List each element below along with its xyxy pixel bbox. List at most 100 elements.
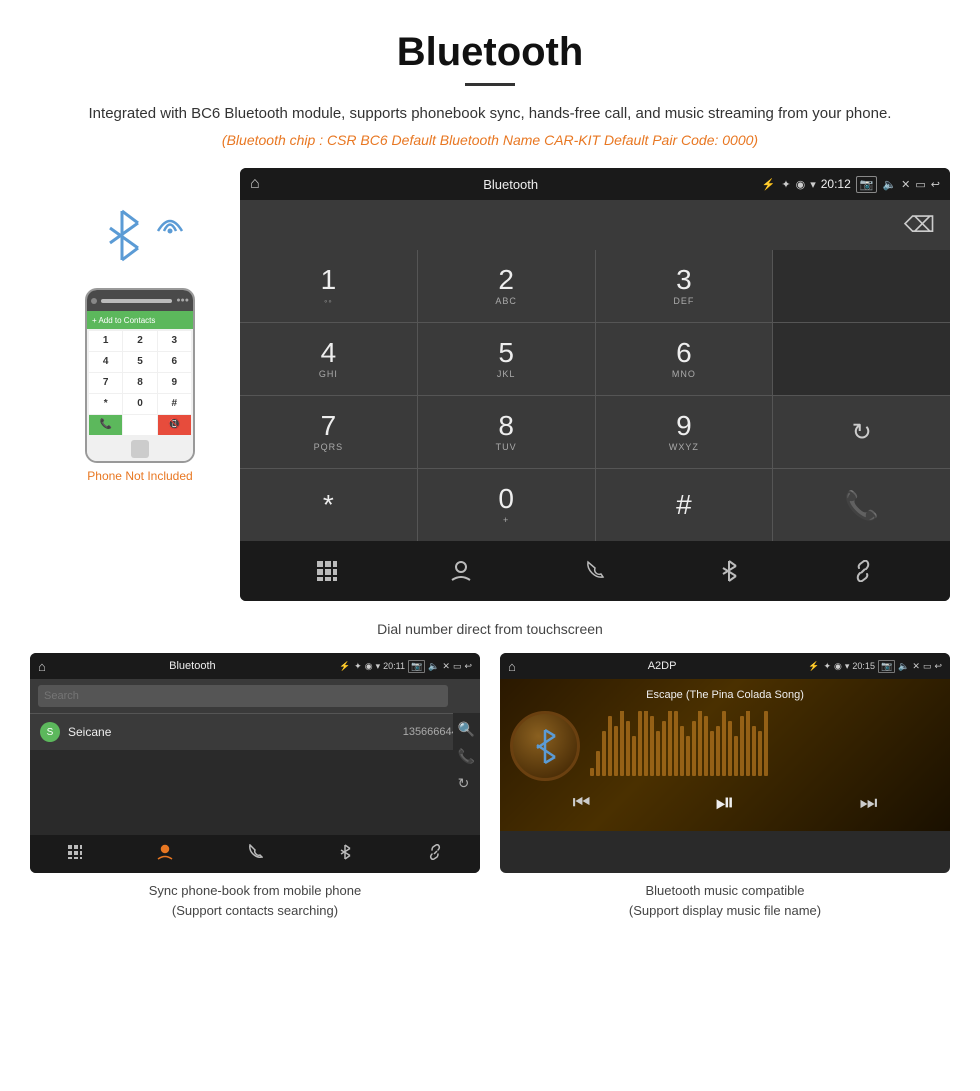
key-empty-1 xyxy=(773,250,950,322)
bluetooth-large-icon xyxy=(100,208,145,268)
subtitle-text: Integrated with BC6 Bluetooth module, su… xyxy=(60,102,920,126)
pb-usb-icon: ⚡ xyxy=(339,661,350,672)
prev-button[interactable]: ⏮ xyxy=(572,789,590,817)
pb-right-icons: ✦ ◉ ▾ 20:11 📷 🔈 ✕ ▭ ↩ xyxy=(354,660,472,673)
ms-time: 20:15 xyxy=(852,661,875,671)
contact-name: Seicane xyxy=(68,725,403,739)
pb-app-title: Bluetooth xyxy=(50,660,335,672)
bottom-bluetooth-button[interactable] xyxy=(718,560,740,582)
pb-contacts-btn[interactable] xyxy=(157,844,173,865)
signal-waves-icon xyxy=(150,206,190,261)
key-5[interactable]: 5 JKL xyxy=(418,323,595,395)
music-screen: ⌂ A2DP ⚡ ✦ ◉ ▾ 20:15 📷 🔈 ✕ ▭ ↩ Escape (T… xyxy=(500,653,950,873)
pb-refresh-side-icon[interactable]: ↻ xyxy=(458,775,475,792)
back-icon[interactable]: ↩ xyxy=(931,178,940,191)
pb-win-icon[interactable]: ▭ xyxy=(453,661,462,672)
bottom-link-button[interactable] xyxy=(852,560,874,582)
volume-icon[interactable]: 🔈 xyxy=(882,178,896,191)
bottom-screenshots-row: ⌂ Bluetooth ⚡ ✦ ◉ ▾ 20:11 📷 🔈 ✕ ▭ ↩ xyxy=(0,643,980,930)
key-2[interactable]: 2 ABC xyxy=(418,250,595,322)
orange-info-text: (Bluetooth chip : CSR BC6 Default Blueto… xyxy=(60,132,920,148)
pb-link-btn[interactable] xyxy=(427,844,443,865)
ms-loc-icon: ◉ xyxy=(834,661,842,672)
phonebook-screen: ⌂ Bluetooth ⚡ ✦ ◉ ▾ 20:11 📷 🔈 ✕ ▭ ↩ xyxy=(30,653,480,873)
contact-avatar: S xyxy=(40,722,60,742)
home-icon[interactable]: ⌂ xyxy=(250,175,260,193)
title-divider xyxy=(465,83,515,86)
key-refresh[interactable]: ↻ xyxy=(773,396,950,468)
refresh-icon: ↻ xyxy=(852,418,872,447)
song-title: Escape (The Pina Colada Song) xyxy=(646,689,804,701)
window-icon[interactable]: ▭ xyxy=(915,178,925,191)
ms-bt-icon: ✦ xyxy=(823,661,831,672)
phonebook-side-actions: 🔍 📞 ↻ xyxy=(453,713,480,831)
key-empty-2 xyxy=(773,323,950,395)
dial-bottom-bar xyxy=(240,541,950,601)
signal-icon: ▾ xyxy=(810,178,816,191)
phonebook-search-input[interactable] xyxy=(38,685,448,707)
call-icon: 📞 xyxy=(844,489,879,522)
ms-home-icon[interactable]: ⌂ xyxy=(508,659,516,674)
bottom-phone-button[interactable] xyxy=(584,560,606,582)
page-title: Bluetooth xyxy=(60,30,920,75)
phonebook-contact-list: S Seicane 13566664466 🔍 📞 ↻ xyxy=(30,713,480,831)
pb-close-icon[interactable]: ✕ xyxy=(442,661,450,672)
pb-grid-btn[interactable] xyxy=(67,844,83,865)
key-7[interactable]: 7 PQRS xyxy=(240,396,417,468)
key-9[interactable]: 9 WXYZ xyxy=(596,396,773,468)
pb-loc-icon: ◉ xyxy=(365,661,373,672)
ms-back-icon[interactable]: ↩ xyxy=(934,661,942,672)
bt-status-icon: ✦ xyxy=(781,178,790,191)
phone-not-included-label: Phone Not Included xyxy=(87,469,192,483)
phone-frame: ●●● + Add to Contacts 123 456 789 *0# 📞 … xyxy=(85,288,195,463)
key-star[interactable]: * xyxy=(240,469,417,541)
pb-vol-icon[interactable]: 🔈 xyxy=(428,661,439,672)
ms-vol-icon[interactable]: 🔈 xyxy=(898,661,909,672)
location-icon: ◉ xyxy=(796,178,806,191)
contact-seicane[interactable]: S Seicane 13566664466 xyxy=(30,713,480,750)
key-6[interactable]: 6 MNO xyxy=(596,323,773,395)
key-4[interactable]: 4 GHI xyxy=(240,323,417,395)
dial-keypad: 1 ◦◦ 2 ABC 3 DEF 4 GHI 5 JKL 6 xyxy=(240,250,950,541)
dial-statusbar: ⌂ Bluetooth ⚡ ✦ ◉ ▾ 20:12 📷 🔈 ✕ ▭ ↩ xyxy=(240,168,950,200)
pb-cam-icon[interactable]: 📷 xyxy=(408,660,425,673)
statusbar-right-icons: ✦ ◉ ▾ 20:12 📷 🔈 ✕ ▭ ↩ xyxy=(781,176,940,193)
call-button[interactable]: 📞 xyxy=(773,469,950,541)
dial-app-title: Bluetooth xyxy=(266,177,756,192)
phonebook-statusbar: ⌂ Bluetooth ⚡ ✦ ◉ ▾ 20:11 📷 🔈 ✕ ▭ ↩ xyxy=(30,653,480,679)
music-statusbar: ⌂ A2DP ⚡ ✦ ◉ ▾ 20:15 📷 🔈 ✕ ▭ ↩ xyxy=(500,653,950,679)
pb-call-side-icon[interactable]: 📞 xyxy=(458,748,475,765)
dial-screen: ⌂ Bluetooth ⚡ ✦ ◉ ▾ 20:12 📷 🔈 ✕ ▭ ↩ ⌫ 1 xyxy=(240,168,950,601)
statusbar-time: 20:12 xyxy=(821,177,851,191)
ms-close-icon[interactable]: ✕ xyxy=(912,661,920,672)
ms-usb-icon: ⚡ xyxy=(808,661,819,672)
music-content-area: Escape (The Pina Colada Song) xyxy=(500,679,950,831)
camera-icon[interactable]: 📷 xyxy=(856,176,878,193)
pb-bt-btn[interactable] xyxy=(337,844,353,865)
key-0[interactable]: 0 + xyxy=(418,469,595,541)
next-button[interactable]: ⏭ xyxy=(860,789,878,817)
equalizer-display xyxy=(590,711,940,781)
close-icon[interactable]: ✕ xyxy=(901,178,910,191)
phonebook-bottom-bar xyxy=(30,835,480,873)
ms-win-icon[interactable]: ▭ xyxy=(923,661,932,672)
pb-signal-icon: ▾ xyxy=(376,661,381,672)
pb-phone-btn[interactable] xyxy=(247,844,263,865)
play-pause-button[interactable]: ⏯ xyxy=(715,789,734,817)
key-hash[interactable]: # xyxy=(596,469,773,541)
ms-signal-icon: ▾ xyxy=(845,661,850,672)
ms-cam-icon[interactable]: 📷 xyxy=(878,660,895,673)
bottom-contacts-button[interactable] xyxy=(450,560,472,582)
key-1[interactable]: 1 ◦◦ xyxy=(240,250,417,322)
usb-icon: ⚡ xyxy=(762,178,776,191)
pb-back-icon[interactable]: ↩ xyxy=(464,661,472,672)
pb-search-side-icon[interactable]: 🔍 xyxy=(458,721,475,738)
delete-button[interactable]: ⌫ xyxy=(904,212,935,238)
ms-right-icons: ✦ ◉ ▾ 20:15 📷 🔈 ✕ ▭ ↩ xyxy=(823,660,942,673)
key-3[interactable]: 3 DEF xyxy=(596,250,773,322)
music-section: ⌂ A2DP ⚡ ✦ ◉ ▾ 20:15 📷 🔈 ✕ ▭ ↩ Escape (T… xyxy=(500,653,950,920)
bottom-grid-button[interactable] xyxy=(316,560,338,582)
pb-home-icon[interactable]: ⌂ xyxy=(38,659,46,674)
key-8[interactable]: 8 TUV xyxy=(418,396,595,468)
phonebook-caption: Sync phone-book from mobile phone (Suppo… xyxy=(149,881,361,920)
